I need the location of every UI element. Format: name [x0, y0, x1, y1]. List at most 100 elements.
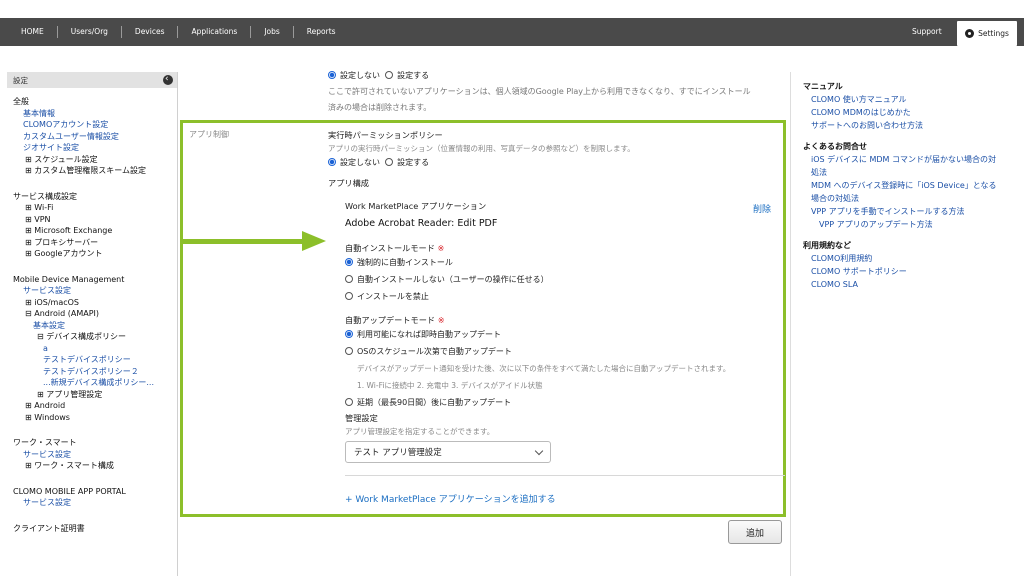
help-link[interactable]: CLOMO サポートポリシー: [803, 265, 1024, 278]
install-opt-block-label: インストールを禁止: [357, 292, 429, 301]
perm-policy-desc: アプリの実行時パーミッション（位置情報の利用、写真データの参照など）を制限します…: [328, 144, 635, 153]
help-link[interactable]: MDM へのデバイス登録時に「iOS Device」となる: [803, 179, 1024, 192]
help-link[interactable]: 処法: [803, 166, 1024, 179]
top-radio-group: 設定しない 設定する: [328, 68, 751, 84]
nav-home[interactable]: HOME: [8, 26, 58, 38]
perm-radio-on[interactable]: [385, 158, 394, 166]
sidebar-section-heading: CLOMO MOBILE APP PORTAL: [13, 486, 126, 496]
help-link[interactable]: CLOMO MDMのはじめかた: [803, 106, 1024, 119]
top-radio-off[interactable]: [328, 71, 336, 79]
app-control-panel: アプリ制御 実行時パーミッションポリシー アプリの実行時パーミッション（位置情報…: [180, 120, 786, 517]
install-mode-label: 自動インストールモード ※: [345, 242, 785, 254]
sidebar-item[interactable]: ⊞ Wi-Fi: [13, 202, 171, 214]
install-opt-none[interactable]: 自動インストールしない（ユーザーの操作に任せる）: [345, 271, 785, 288]
settings-sidebar: 設定 全般基本情報CLOMOアカウント設定カスタムユーザー情報設定ジオサイト設定…: [7, 72, 178, 576]
help-link[interactable]: CLOMO 使い方マニュアル: [803, 93, 1024, 106]
help-link[interactable]: VPP アプリのアップデート方法: [803, 218, 1024, 231]
help-link[interactable]: CLOMO利用規約: [803, 252, 1024, 265]
install-opt-block[interactable]: インストールを禁止: [345, 288, 785, 305]
sidebar-item[interactable]: ⊞ Android: [13, 400, 171, 412]
top-setting-area: 設定しない 設定する ここで許可されていないアプリケーションは、個人領域のGoo…: [328, 68, 751, 116]
nav-users-org[interactable]: Users/Org: [58, 26, 122, 38]
sidebar-item[interactable]: ⊞ カスタム管理権限スキーム設定: [13, 165, 171, 177]
sidebar-item[interactable]: ⊞ プロキシサーバー: [13, 237, 171, 249]
perm-policy-title: 実行時パーミッションポリシー: [328, 130, 443, 140]
sidebar-section-heading: ワーク・スマート: [13, 438, 77, 447]
sidebar-item[interactable]: CLOMOアカウント設定: [13, 119, 171, 131]
sidebar-item[interactable]: ジオサイト設定: [13, 142, 171, 154]
nav-support[interactable]: Support: [912, 27, 942, 36]
delete-app-link[interactable]: 削除: [753, 202, 771, 215]
update-opt-os[interactable]: OSのスケジュール次第で自動アップデート: [345, 343, 785, 360]
update-note-1: デバイスがアップデート通知を受けた後、次に以下の条件をすべて満たした場合に自動ア…: [357, 364, 731, 373]
update-radio-os[interactable]: [345, 347, 353, 355]
update-opt-os-label: OSのスケジュール次第で自動アップデート: [357, 347, 512, 356]
panel-divider: [345, 475, 785, 476]
install-radio-none[interactable]: [345, 275, 353, 283]
nav-devices[interactable]: Devices: [122, 26, 179, 38]
help-sidebar: マニュアル CLOMO 使い方マニュアル CLOMO MDMのはじめかた サポートへの…: [790, 72, 1024, 576]
help-section-heading: マニュアル: [803, 82, 843, 91]
highlight-arrow-icon: [302, 231, 326, 251]
sidebar-item[interactable]: ⊟ Android (AMAPI): [13, 308, 171, 320]
add-wmp-app-link[interactable]: + Work MarketPlace アプリケーションを追加する: [345, 492, 556, 505]
help-gap: [803, 132, 1024, 140]
sidebar-item[interactable]: ⊞ iOS/macOS: [13, 297, 171, 309]
sidebar-section-heading: クライアント証明書: [13, 523, 85, 533]
mgmt-settings-select[interactable]: テスト アプリ管理設定: [345, 441, 551, 463]
install-radio-block[interactable]: [345, 292, 353, 300]
nav-settings[interactable]: Settings: [957, 21, 1017, 46]
sidebar-item[interactable]: ⊞ アプリ管理設定: [13, 389, 171, 401]
update-opt-defer[interactable]: 延期（最長90日間）後に自動アップデート: [345, 394, 785, 411]
install-opt-force-label: 強制的に自動インストール: [357, 258, 453, 267]
sidebar-item[interactable]: a: [13, 343, 171, 355]
nav-applications[interactable]: Applications: [178, 26, 252, 38]
update-opt-immediate[interactable]: 利用可能になれば即時自動アップデート: [345, 326, 785, 343]
help-section-heading: よくあるお問合せ: [803, 142, 867, 151]
sidebar-item[interactable]: ⊞ Windows: [13, 412, 171, 424]
highlight-arrow-shaft: [180, 239, 304, 244]
update-radio-defer[interactable]: [345, 398, 353, 406]
sidebar-item[interactable]: ⊞ スケジュール設定: [13, 154, 171, 166]
sidebar-item[interactable]: テストデバイスポリシー: [13, 354, 171, 366]
nav-reports[interactable]: Reports: [294, 26, 349, 38]
help-link[interactable]: iOS デバイスに MDM コマンドが届かない場合の対: [803, 153, 1024, 166]
sidebar-item[interactable]: ⊞ VPN: [13, 214, 171, 226]
sidebar-item[interactable]: ...新規デバイス構成ポリシー...: [13, 377, 171, 389]
sidebar-item[interactable]: ⊞ Microsoft Exchange: [13, 225, 171, 237]
help-section-heading: 利用規約など: [803, 241, 851, 250]
sidebar-section-heading: サービス構成設定: [13, 191, 77, 201]
sidebar-item[interactable]: ⊟ デバイス構成ポリシー: [13, 331, 171, 343]
app-name: Adobe Acrobat Reader: Edit PDF: [345, 218, 498, 229]
nav-jobs[interactable]: Jobs: [251, 26, 294, 38]
perm-radio-off[interactable]: [328, 158, 336, 166]
sidebar-item[interactable]: 基本情報: [13, 108, 171, 120]
sidebar-item[interactable]: サービス設定: [13, 285, 171, 297]
nav-settings-label: Settings: [978, 29, 1009, 38]
sidebar-item[interactable]: 基本設定: [13, 320, 171, 332]
install-radio-force[interactable]: [345, 258, 353, 266]
chevron-down-icon: [534, 446, 544, 455]
sidebar-item[interactable]: ⊞ Googleアカウント: [13, 248, 171, 260]
help-link[interactable]: 場合の対処法: [803, 192, 1024, 205]
sidebar-item[interactable]: テストデバイスポリシー２: [13, 366, 171, 378]
install-opt-none-label: 自動インストールしない（ユーザーの操作に任せる）: [357, 275, 549, 284]
sidebar-item[interactable]: カスタムユーザー情報設定: [13, 131, 171, 143]
perm-radio-off-label: 設定しない: [340, 158, 380, 167]
help-link[interactable]: サポートへのお問い合わせ方法: [803, 119, 1024, 132]
top-radio-on[interactable]: [385, 71, 394, 79]
update-radio-immediate[interactable]: [345, 330, 353, 338]
sidebar-item[interactable]: サービス設定: [13, 497, 171, 509]
sidebar-item[interactable]: サービス設定: [13, 449, 171, 461]
help-link[interactable]: CLOMO SLA: [803, 278, 1024, 291]
help-link[interactable]: VPP アプリを手動でインストールする方法: [803, 205, 1024, 218]
update-note-2: 1. Wi-Fiに接続中 2. 充電中 3. デバイスがアイドル状態: [357, 381, 543, 390]
collapse-sidebar-icon[interactable]: [163, 73, 173, 85]
sidebar-item[interactable]: ⊞ ワーク・スマート構成: [13, 460, 171, 472]
install-opt-force[interactable]: 強制的に自動インストール: [345, 254, 785, 271]
add-button[interactable]: 追加: [728, 520, 782, 544]
sidebar-section-heading: 全般: [13, 97, 29, 106]
